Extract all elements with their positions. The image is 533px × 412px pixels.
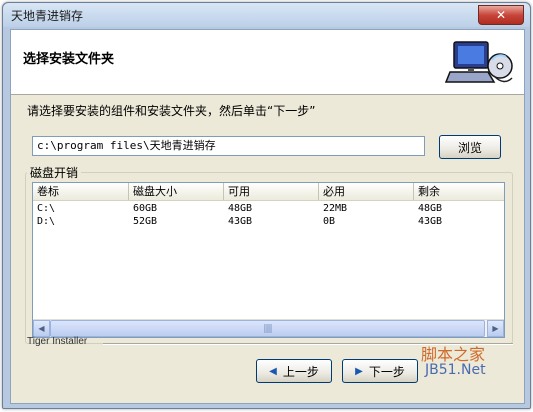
- scroll-thumb[interactable]: ||||: [50, 320, 485, 337]
- title-bar[interactable]: 天地青进销存 ✕: [3, 3, 530, 27]
- cell-size: 52GB: [133, 216, 158, 227]
- cell-required: 22MB: [323, 203, 348, 214]
- cell-size: 60GB: [133, 203, 158, 214]
- disk-list[interactable]: 卷标 磁盘大小 可用 必用 剩余 C:\ 60GB 48GB 22MB 48GB…: [32, 182, 505, 338]
- arrow-right-icon: ▶: [492, 324, 499, 333]
- installer-brand-label: Tiger Installer: [27, 336, 88, 347]
- page-title: 选择安装文件夹: [23, 52, 115, 67]
- wizard-header: 选择安装文件夹: [11, 30, 524, 95]
- cell-available: 48GB: [228, 203, 253, 214]
- scroll-left-button[interactable]: ◀: [33, 320, 50, 337]
- next-button-label: 下一步: [368, 364, 405, 379]
- arrow-left-icon: ◀: [269, 365, 277, 377]
- install-path-input[interactable]: c:\program files\天地青进销存: [32, 136, 425, 156]
- arrow-left-icon: ◀: [38, 324, 45, 333]
- cell-required: 0B: [323, 216, 336, 227]
- scroll-right-button[interactable]: ▶: [487, 320, 504, 337]
- close-icon: ✕: [495, 8, 507, 22]
- watermark-url: JB51.Net: [425, 362, 486, 378]
- arrow-right-icon: ▶: [355, 365, 363, 377]
- cell-available: 43GB: [228, 216, 253, 227]
- column-header-remaining[interactable]: 剩余: [414, 183, 504, 200]
- computer-cd-icon: [444, 41, 513, 83]
- column-header-size[interactable]: 磁盘大小: [129, 183, 224, 200]
- table-row[interactable]: D:\ 52GB 43GB 0B 43GB: [33, 215, 504, 228]
- cell-remaining: 48GB: [418, 203, 443, 214]
- browse-button[interactable]: 浏览: [439, 135, 501, 159]
- cell-volume: C:\: [37, 203, 56, 214]
- installer-window: 天地青进销存 ✕ 选择安装文件夹 请选择要安装的组件和安装文件夹，然后单击“下一…: [2, 2, 531, 409]
- column-header-available[interactable]: 可用: [224, 183, 319, 200]
- column-header-volume[interactable]: 卷标: [33, 183, 129, 200]
- instruction-text: 请选择要安装的组件和安装文件夹，然后单击“下一步”: [27, 104, 316, 118]
- dialog-client: 选择安装文件夹 请选择要安装的组件和安装文件夹，然后单击“下一步” c:\pro…: [10, 29, 525, 404]
- horizontal-scrollbar[interactable]: ◀ |||| ▶: [33, 319, 504, 337]
- cell-remaining: 43GB: [418, 216, 443, 227]
- back-button-label: 上一步: [282, 364, 319, 379]
- cell-volume: D:\: [37, 216, 56, 227]
- window-title: 天地青进销存: [11, 9, 84, 23]
- column-header-required[interactable]: 必用: [319, 183, 414, 200]
- table-row[interactable]: C:\ 60GB 48GB 22MB 48GB: [33, 202, 504, 215]
- close-button[interactable]: ✕: [478, 5, 524, 25]
- back-button[interactable]: ◀ 上一步: [256, 359, 332, 383]
- grip-icon: ||||: [263, 323, 272, 334]
- disk-space-label: 磁盘开销: [27, 164, 82, 181]
- next-button[interactable]: ▶ 下一步: [342, 359, 418, 383]
- disk-list-header: 卷标 磁盘大小 可用 必用 剩余: [33, 183, 504, 201]
